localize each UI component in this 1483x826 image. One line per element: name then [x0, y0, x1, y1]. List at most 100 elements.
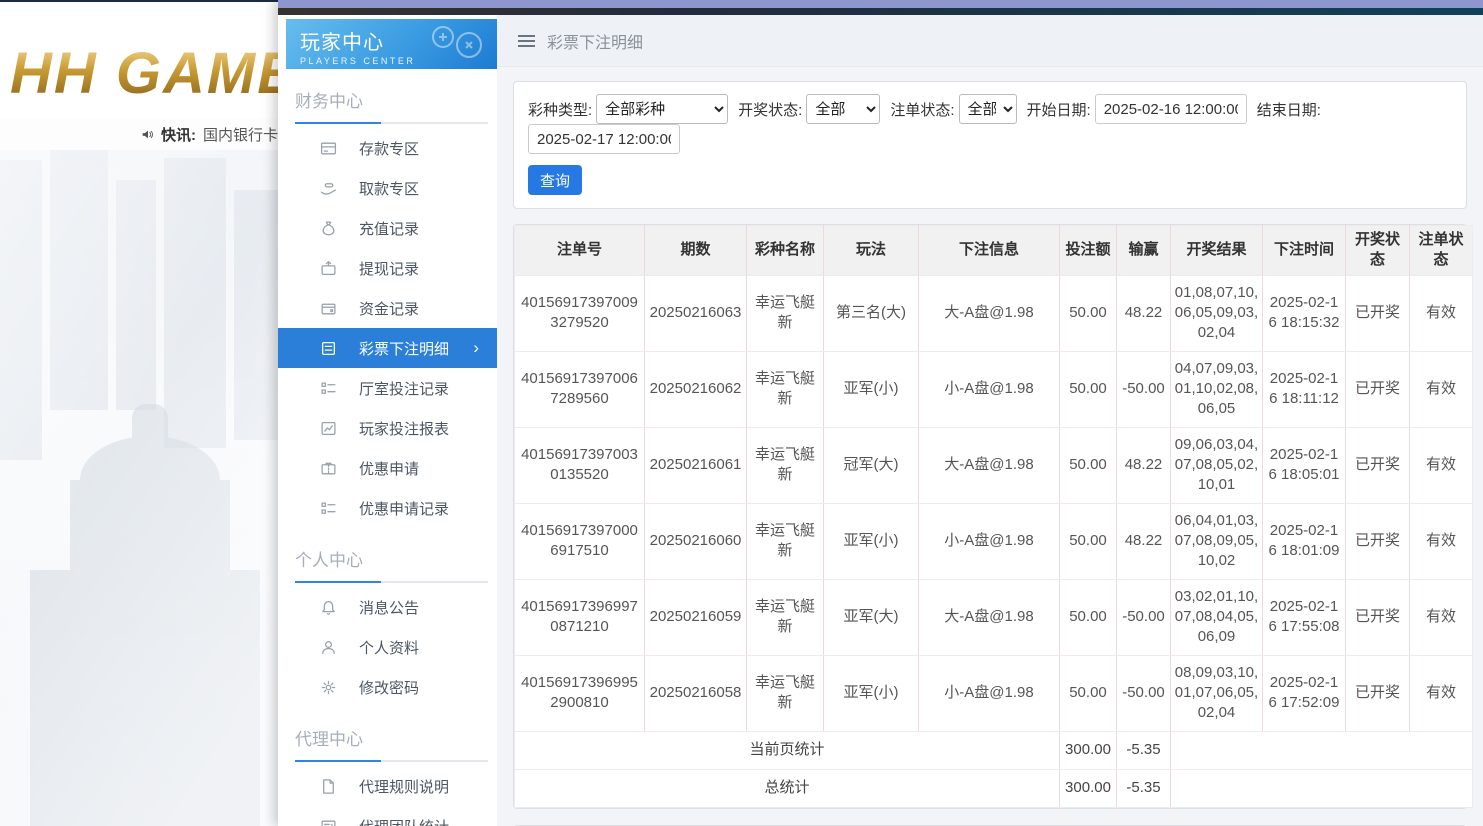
- table-cell: 已开奖: [1346, 351, 1410, 427]
- lottery-bet-details-icon: [320, 340, 337, 357]
- sidebar-menu: 财务中心存款专区取款专区充值记录提现记录资金记录彩票下注明细›厅室投注记录玩家投…: [278, 87, 497, 826]
- table-cell: 亚军(大): [824, 579, 919, 655]
- section-divider: [295, 122, 488, 124]
- column-header: 玩法: [824, 226, 919, 276]
- section-divider: [295, 760, 488, 762]
- sidebar-item-promo-apply-record[interactable]: 优惠申请记录: [278, 488, 497, 528]
- table-cell: 2025-02-16 18:11:12: [1263, 351, 1346, 427]
- sidebar-item-recharge-record[interactable]: 充值记录: [278, 208, 497, 248]
- news-label: 快讯:: [161, 124, 196, 145]
- table-cell: 亚军(小): [824, 655, 919, 731]
- table-cell: 20250216059: [645, 579, 747, 655]
- end-date-input[interactable]: [528, 124, 680, 154]
- sidebar-item-profile[interactable]: 个人资料: [278, 627, 497, 667]
- sidebar-item-agent-team-stats[interactable]: 代理团队统计: [278, 806, 497, 826]
- promo-apply-record-icon: [320, 500, 337, 517]
- table-cell: 幸运飞艇新: [747, 503, 824, 579]
- sidebar-item-withdrawal-record[interactable]: 提现记录: [278, 248, 497, 288]
- sidebar-header: 玩家中心 PLAYERS CENTER: [286, 19, 497, 69]
- sidebar-item-notice[interactable]: 消息公告: [278, 587, 497, 627]
- table-cell: 20250216063: [645, 275, 747, 351]
- table-cell: 50.00: [1060, 503, 1117, 579]
- sidebar: 玩家中心 PLAYERS CENTER 财务中心存款专区取款专区充值记录提现记录…: [278, 15, 497, 826]
- table-cell: 20250216058: [645, 655, 747, 731]
- sidebar-item-label: 优惠申请记录: [359, 498, 449, 519]
- table-cell: 幸运飞艇新: [747, 655, 824, 731]
- table-cell: 20250216062: [645, 351, 747, 427]
- table-cell: 已开奖: [1346, 503, 1410, 579]
- news-ticker: 快讯: 国内银行卡: [0, 118, 278, 150]
- sidebar-item-agent-rules[interactable]: 代理规则说明: [278, 766, 497, 806]
- column-header: 输赢: [1117, 226, 1171, 276]
- table-cell: 06,04,01,03,07,08,09,05,10,02: [1171, 503, 1263, 579]
- speaker-icon: [142, 127, 154, 142]
- query-button[interactable]: 查询: [528, 165, 582, 195]
- menu-icon[interactable]: [518, 35, 535, 47]
- sidebar-item-deposit-zone[interactable]: 存款专区: [278, 128, 497, 168]
- sidebar-item-funds-record[interactable]: 资金记录: [278, 288, 497, 328]
- content: 彩种类型: 全部彩种 开奖状态: 全部 注单状态: 全部 开始日期: 结束日期:…: [497, 67, 1483, 826]
- recharge-record-icon: [320, 220, 337, 237]
- sidebar-item-promo-apply[interactable]: 优惠申请: [278, 448, 497, 488]
- table-row: 40156917397000691751020250216060幸运飞艇新亚军(…: [515, 503, 1473, 579]
- table-cell: 大-A盘@1.98: [919, 579, 1060, 655]
- column-header: 开奖结果: [1171, 226, 1263, 276]
- table-cell: 2025-02-16 18:05:01: [1263, 427, 1346, 503]
- table-row: 40156917396995290081020250216058幸运飞艇新亚军(…: [515, 655, 1473, 731]
- table-cell: 幸运飞艇新: [747, 351, 824, 427]
- table-cell: 48.22: [1117, 503, 1171, 579]
- player-center-panel: 玩家中心 PLAYERS CENTER 财务中心存款专区取款专区充值记录提现记录…: [278, 0, 1483, 826]
- lottery-type-select[interactable]: 全部彩种: [596, 94, 728, 124]
- sidebar-item-player-bet-report[interactable]: 玩家投注报表: [278, 408, 497, 448]
- table-cell: 2025-02-16 17:52:09: [1263, 655, 1346, 731]
- start-date-input[interactable]: [1095, 94, 1247, 124]
- sidebar-item-withdraw-zone[interactable]: 取款专区: [278, 168, 497, 208]
- page-title: 彩票下注明细: [547, 29, 643, 53]
- section-divider: [295, 581, 488, 583]
- bets-table: 注单号期数彩种名称玩法下注信息投注额输赢开奖结果下注时间开奖状态注单状态 401…: [514, 225, 1473, 808]
- sidebar-item-lottery-bet-details[interactable]: 彩票下注明细›: [278, 328, 497, 368]
- sidebar-item-label: 存款专区: [359, 138, 419, 159]
- section-title: 个人中心: [295, 546, 497, 571]
- sidebar-item-label: 优惠申请: [359, 458, 419, 479]
- column-header: 下注信息: [919, 226, 1060, 276]
- screen: HH GAME 快讯: 国内银行卡: [0, 0, 1483, 826]
- sidebar-item-hall-bet-record[interactable]: 厅室投注记录: [278, 368, 497, 408]
- table-cell: 03,02,01,10,07,08,04,05,06,09: [1171, 579, 1263, 655]
- table-cell: 已开奖: [1346, 427, 1410, 503]
- table-cell: 20250216061: [645, 427, 747, 503]
- table-cell: 小-A盘@1.98: [919, 351, 1060, 427]
- column-header: 期数: [645, 226, 747, 276]
- total-summary-winloss: -5.35: [1117, 769, 1171, 807]
- table-cell: 小-A盘@1.98: [919, 503, 1060, 579]
- table-cell: 20250216060: [645, 503, 747, 579]
- table-cell: 01,08,07,10,06,05,09,03,02,04: [1171, 275, 1263, 351]
- sidebar-item-label: 消息公告: [359, 597, 419, 618]
- sidebar-item-label: 个人资料: [359, 637, 419, 658]
- sidebar-item-label: 彩票下注明细: [359, 338, 449, 359]
- table-cell: -50.00: [1117, 351, 1171, 427]
- table-row: 40156917397009327952020250216063幸运飞艇新第三名…: [515, 275, 1473, 351]
- column-header: 注单状态: [1410, 226, 1473, 276]
- change-password-icon: [320, 679, 337, 696]
- agent-rules-icon: [320, 778, 337, 795]
- sidebar-item-label: 玩家投注报表: [359, 418, 449, 439]
- page-summary-empty: [1171, 731, 1473, 769]
- table-cell: 50.00: [1060, 579, 1117, 655]
- table-cell: 有效: [1410, 503, 1473, 579]
- table-cell: 有效: [1410, 579, 1473, 655]
- table-cell: 401569173970093279520: [515, 275, 645, 351]
- news-text: 国内银行卡: [203, 124, 278, 145]
- table-cell: 小-A盘@1.98: [919, 655, 1060, 731]
- table-cell: 04,07,09,03,01,10,02,08,06,05: [1171, 351, 1263, 427]
- table-cell: 401569173969952900810: [515, 655, 645, 731]
- sidebar-item-label: 修改密码: [359, 677, 419, 698]
- sidebar-item-label: 代理规则说明: [359, 776, 449, 797]
- sidebar-item-label: 提现记录: [359, 258, 419, 279]
- table-cell: 大-A盘@1.98: [919, 275, 1060, 351]
- table-cell: 幸运飞艇新: [747, 275, 824, 351]
- draw-status-select[interactable]: 全部: [806, 94, 880, 124]
- page-summary-label: 当前页统计: [515, 731, 1060, 769]
- order-status-select[interactable]: 全部: [959, 94, 1017, 124]
- sidebar-item-change-password[interactable]: 修改密码: [278, 667, 497, 707]
